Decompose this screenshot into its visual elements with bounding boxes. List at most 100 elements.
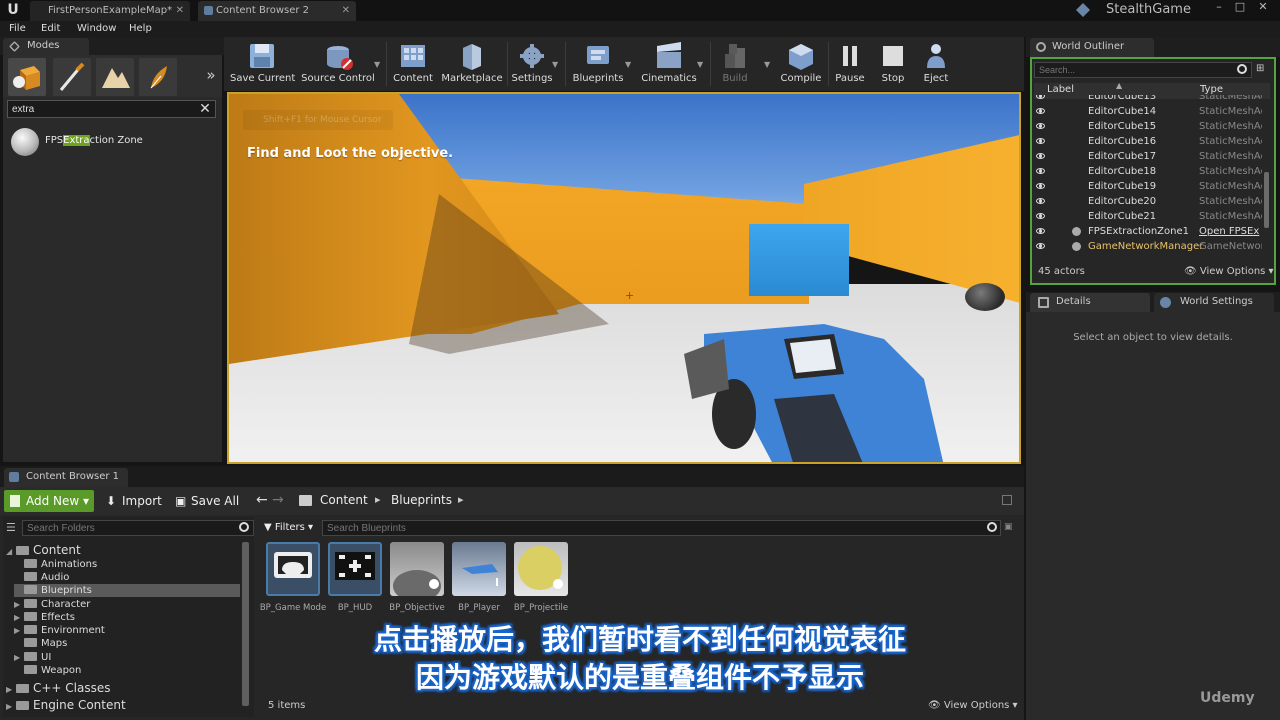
pause-button[interactable]: Pause — [830, 39, 870, 89]
tab-level-map[interactable]: FirstPersonExampleMap* ✕ — [30, 1, 190, 21]
tab-content-browser-2[interactable]: Content Browser 2 ✕ — [198, 1, 356, 21]
asset-bp-hud[interactable] — [328, 542, 382, 596]
paint-mode-button[interactable] — [53, 58, 91, 96]
maximize-icon[interactable]: □ — [1231, 0, 1249, 14]
visibility-eye-icon[interactable] — [1036, 168, 1045, 174]
visibility-eye-icon[interactable] — [1036, 108, 1045, 114]
expand-arrow-icon[interactable]: ▶ — [6, 699, 16, 715]
save-all-button[interactable]: ▣ Save All — [175, 490, 239, 512]
filters-button[interactable]: ▼ Filters ▾ — [264, 520, 313, 536]
column-header-type[interactable]: Type — [1200, 84, 1223, 95]
asset-bp-player[interactable] — [452, 542, 506, 596]
save-current-button[interactable]: Save Current — [230, 39, 295, 89]
collapse-sources-icon[interactable]: ☰ — [6, 522, 20, 534]
assets-search-input[interactable] — [322, 520, 1001, 536]
source-control-button[interactable]: Source Control — [300, 39, 376, 89]
outliner-row[interactable]: EditorCube16 StaticMeshAc — [1034, 134, 1262, 149]
expand-arrow-icon[interactable]: ▶ — [14, 624, 24, 637]
chevron-right-icon[interactable]: » — [203, 66, 219, 86]
outliner-scrollbar[interactable] — [1264, 172, 1269, 228]
settings-dropdown-icon[interactable]: ▼ — [552, 60, 560, 69]
sort-ascending-icon[interactable]: ▲ — [1116, 81, 1122, 90]
asset-bp-game-mode[interactable] — [266, 542, 320, 596]
folder-c-classes[interactable]: ▶ C++ Classes — [6, 680, 240, 696]
menu-window[interactable]: Window — [77, 22, 116, 36]
lock-icon[interactable]: ▣ — [1004, 522, 1013, 532]
visibility-eye-icon[interactable] — [1036, 228, 1045, 234]
folder-engine-content[interactable]: ▶ Engine Content — [6, 697, 240, 713]
folder-character[interactable]: ▶ Character — [14, 598, 240, 611]
build-dropdown-icon[interactable]: ▼ — [764, 60, 772, 69]
outliner-row[interactable]: EditorCube18 StaticMeshAc — [1034, 164, 1262, 179]
clear-search-icon[interactable]: ✕ — [197, 100, 213, 118]
tab-world-outliner[interactable]: World Outliner — [1030, 38, 1154, 57]
close-icon[interactable]: ✕ — [342, 1, 350, 20]
forward-arrow-icon[interactable]: → — [272, 492, 284, 508]
outliner-row-type[interactable]: Open FPSEx — [1199, 224, 1262, 239]
folder-animations[interactable]: Animations — [14, 558, 240, 571]
search-icon[interactable] — [239, 522, 249, 532]
visibility-eye-icon[interactable] — [1036, 123, 1045, 129]
source-control-dropdown-icon[interactable]: ▼ — [374, 60, 382, 69]
tab-world-settings[interactable]: World Settings — [1154, 293, 1274, 312]
close-icon[interactable]: ✕ — [176, 1, 184, 20]
visibility-eye-icon[interactable] — [1036, 95, 1045, 99]
folder-effects[interactable]: ▶ Effects — [14, 611, 240, 624]
breadcrumb-blueprints[interactable]: Blueprints — [391, 493, 452, 507]
stop-button[interactable]: Stop — [873, 39, 913, 89]
folder-content[interactable]: ◢ Content — [6, 542, 240, 558]
visibility-eye-icon[interactable] — [1036, 153, 1045, 159]
unreal-logo[interactable]: U — [4, 2, 22, 19]
outliner-settings-icon[interactable]: ⊞ — [1256, 63, 1270, 77]
menu-help[interactable]: Help — [129, 22, 152, 36]
breadcrumb-separator-icon[interactable]: ▸ — [458, 493, 464, 506]
folder-ui[interactable]: ▶ UI — [14, 651, 240, 664]
asset-bp-projectile[interactable] — [514, 542, 568, 596]
expand-arrow-icon[interactable]: ▶ — [14, 611, 24, 624]
back-arrow-icon[interactable]: ← — [256, 492, 268, 508]
outliner-row[interactable]: FPSExtractionZone1 Open FPSEx — [1034, 224, 1262, 239]
outliner-row[interactable]: EditorCube20 StaticMeshAc — [1034, 194, 1262, 209]
settings-button[interactable]: Settings — [510, 39, 554, 89]
content-button[interactable]: Content — [391, 39, 435, 89]
modes-result-fps-extraction-zone[interactable]: FPSExtraction Zone — [45, 134, 143, 148]
expand-arrow-icon[interactable]: ▶ — [14, 598, 24, 611]
outliner-row[interactable]: GameNetworkManagerGameNetwork — [1034, 239, 1262, 254]
place-mode-button[interactable] — [8, 58, 46, 96]
visibility-eye-icon[interactable] — [1036, 183, 1045, 189]
lock-icon[interactable] — [1002, 495, 1012, 505]
asset-bp-objective[interactable] — [390, 542, 444, 596]
visibility-eye-icon[interactable] — [1036, 213, 1045, 219]
menu-file[interactable]: File — [9, 22, 26, 36]
folders-search-input[interactable] — [22, 520, 254, 536]
compile-button[interactable]: Compile — [778, 39, 824, 89]
breadcrumb-separator-icon[interactable]: ▸ — [375, 493, 381, 506]
folder-maps[interactable]: Maps — [14, 637, 240, 650]
expand-arrow-icon[interactable]: ▶ — [6, 682, 16, 698]
breadcrumb-content[interactable]: Content — [320, 493, 368, 507]
add-new-button[interactable]: Add New ▾ — [4, 490, 94, 512]
menu-edit[interactable]: Edit — [41, 22, 60, 36]
sphere-icon[interactable] — [11, 128, 39, 156]
search-icon[interactable] — [987, 522, 997, 532]
close-window-icon[interactable]: ✕ — [1254, 0, 1272, 14]
outliner-view-options[interactable]: 👁 View Options ▾ — [1184, 266, 1274, 277]
build-button[interactable]: Build — [716, 39, 754, 89]
assets-view-options[interactable]: 👁 View Options ▾ — [928, 700, 1018, 711]
search-icon[interactable] — [1237, 64, 1247, 74]
blueprints-button[interactable]: Blueprints — [570, 39, 626, 89]
eject-button[interactable]: Eject — [916, 39, 956, 89]
folder-environment[interactable]: ▶ Environment — [14, 624, 240, 637]
landscape-mode-button[interactable] — [96, 58, 134, 96]
cinematics-dropdown-icon[interactable]: ▼ — [697, 60, 705, 69]
level-viewport[interactable]: + Shift+F1 for Mouse Cursor Find and Loo… — [227, 92, 1021, 464]
folder-blueprints[interactable]: Blueprints — [14, 584, 240, 597]
blueprints-dropdown-icon[interactable]: ▼ — [625, 60, 633, 69]
visibility-eye-icon[interactable] — [1036, 198, 1045, 204]
visibility-eye-icon[interactable] — [1036, 138, 1045, 144]
cinematics-button[interactable]: Cinematics — [640, 39, 698, 89]
outliner-row[interactable]: EditorCube13 StaticMeshAc — [1034, 95, 1262, 104]
marketplace-button[interactable]: Marketplace — [440, 39, 504, 89]
folder-weapon[interactable]: Weapon — [14, 664, 240, 677]
outliner-row[interactable]: EditorCube19 StaticMeshAc — [1034, 179, 1262, 194]
